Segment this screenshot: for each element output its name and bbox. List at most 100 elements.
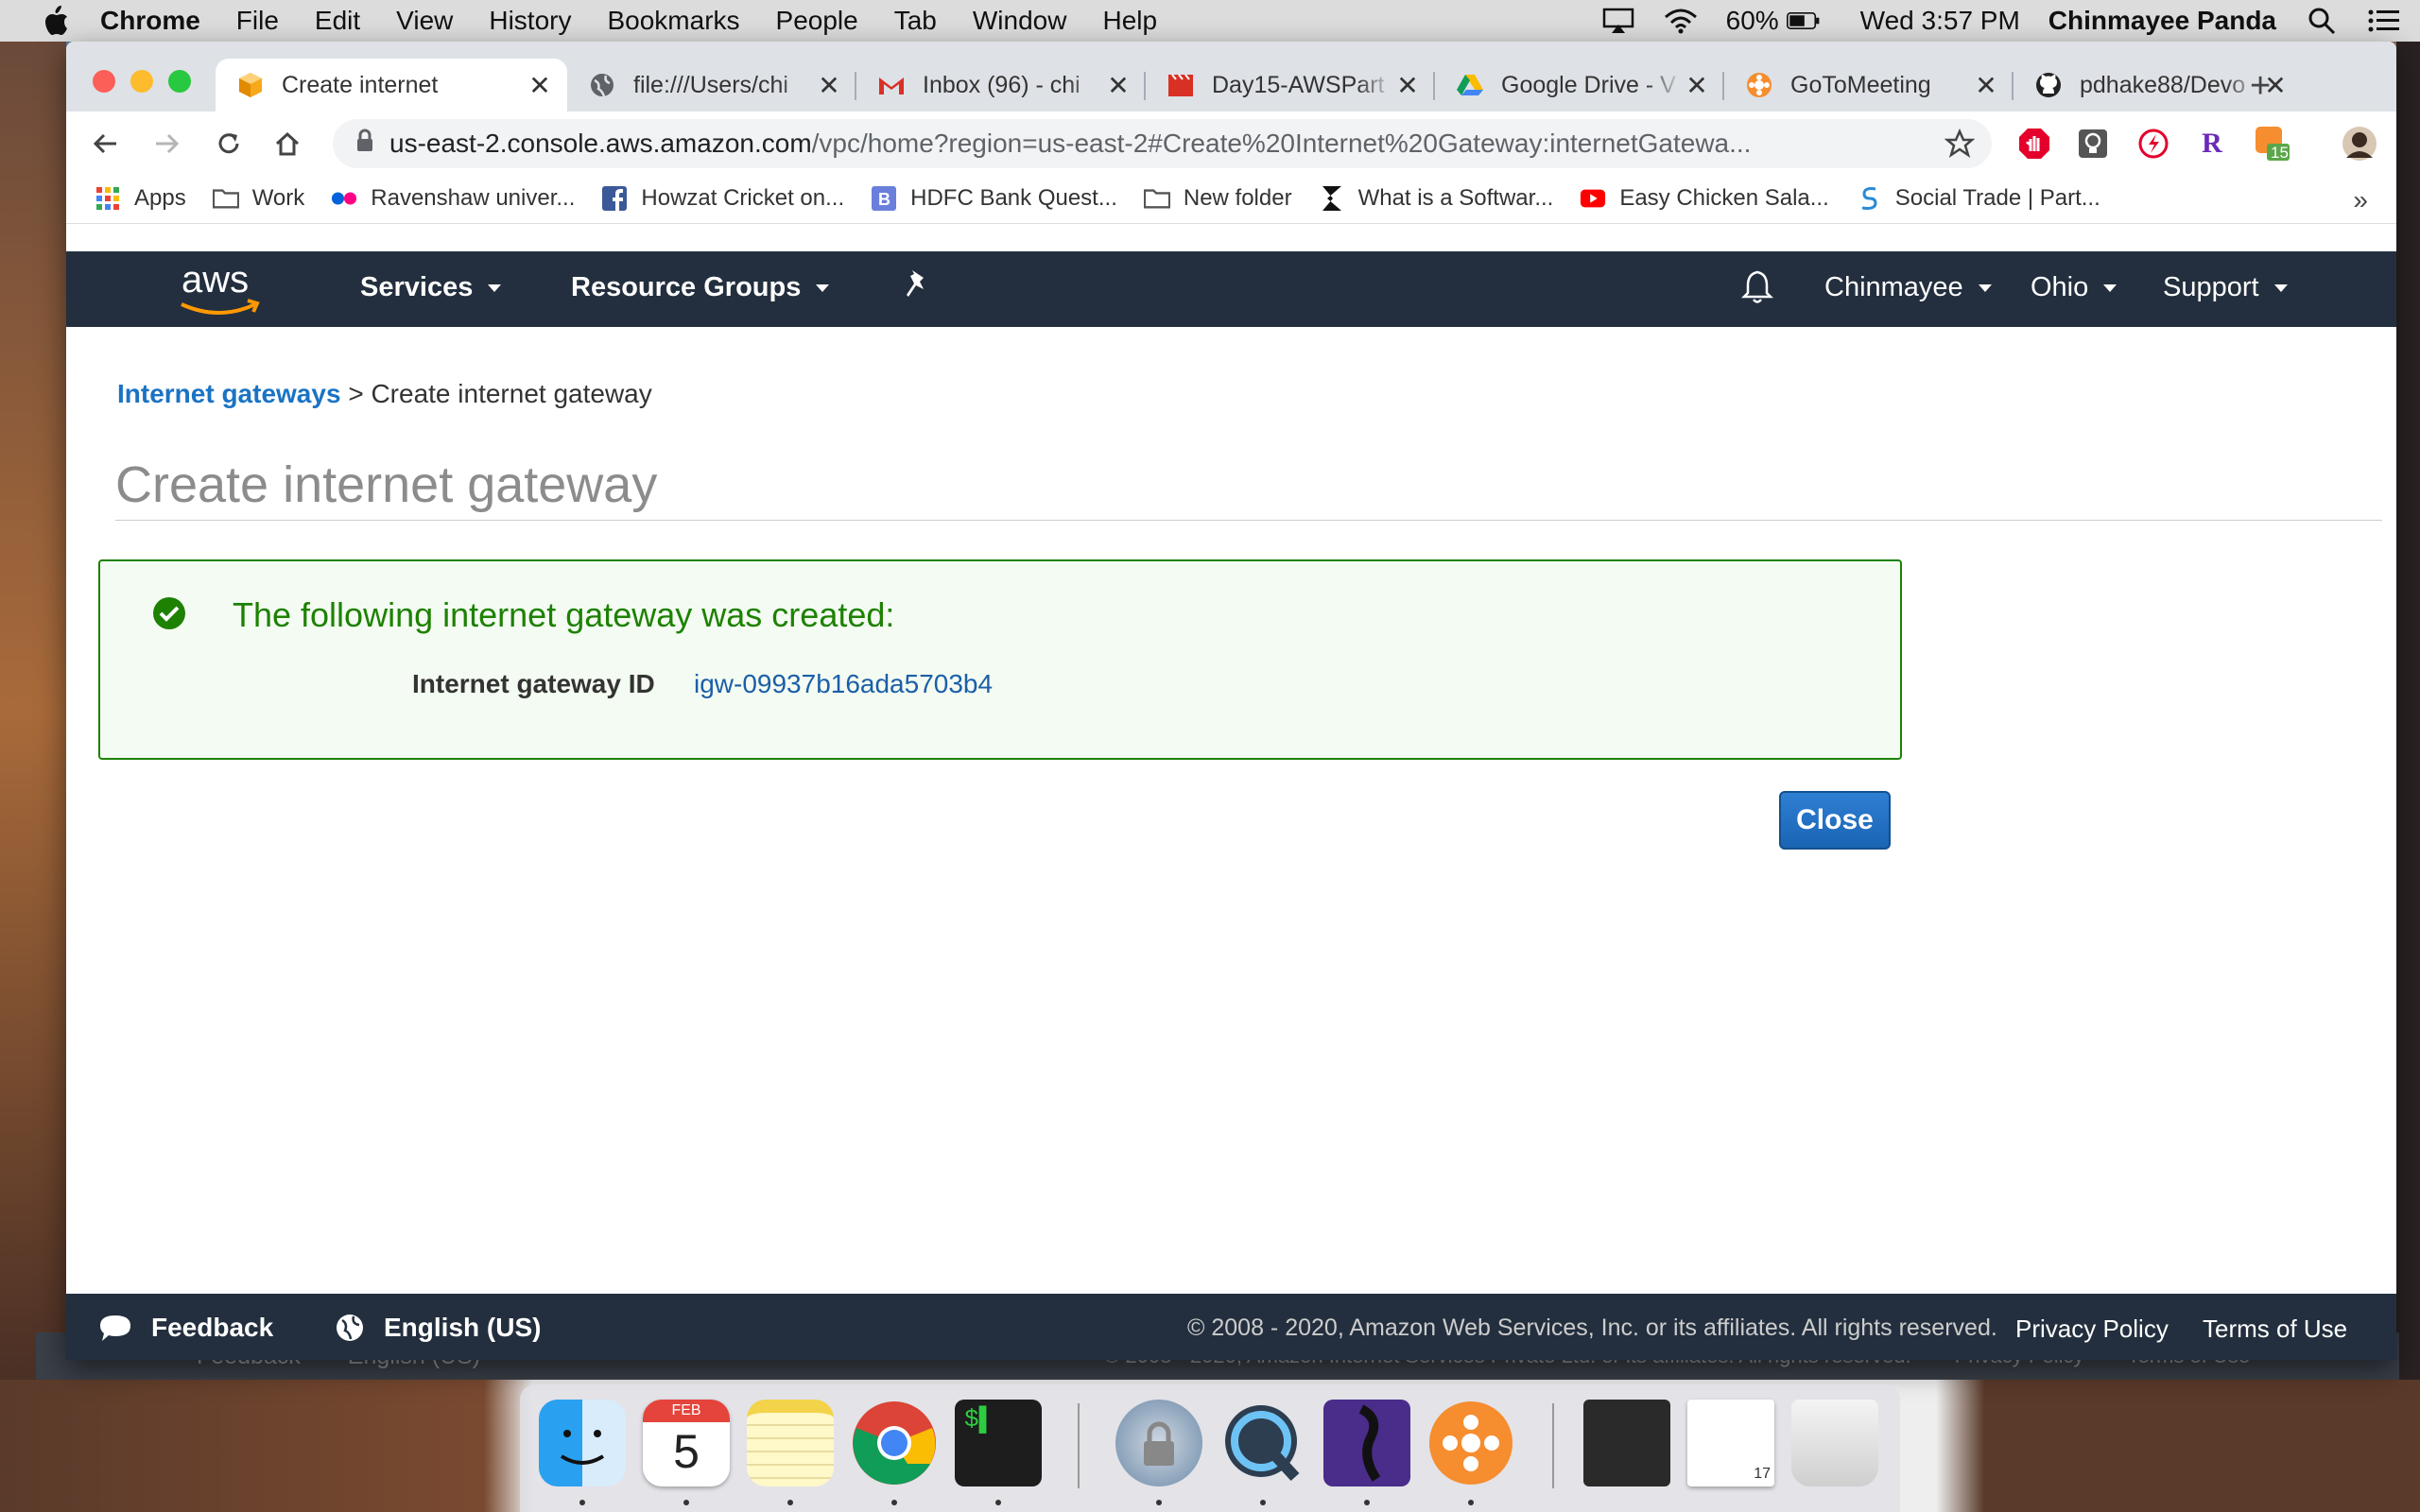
wifi-icon[interactable] — [1664, 8, 1698, 34]
battery-icon[interactable] — [1786, 8, 1821, 34]
bookmark-new-folder[interactable]: New folder — [1143, 185, 1292, 212]
account-menu[interactable]: Chinmayee — [1824, 272, 1992, 303]
aws-logo[interactable]: aws — [178, 259, 263, 319]
aws-logo-text: aws — [182, 259, 250, 301]
bookmarks-overflow-chevron-icon[interactable]: » — [2353, 185, 2368, 215]
gotomeeting-dock-icon[interactable] — [1427, 1400, 1514, 1486]
bookmark-apps[interactable]: Apps — [95, 185, 186, 212]
bookmark-howzat[interactable]: Howzat Cricket on... — [601, 185, 844, 212]
tab-day15-aws[interactable]: Day15-AWSPart ✕ — [1146, 59, 1435, 112]
keychain-dock-icon[interactable] — [1115, 1400, 1202, 1486]
zoom-window-button[interactable] — [168, 70, 191, 93]
menu-history[interactable]: History — [489, 6, 571, 36]
menu-window[interactable]: Window — [973, 6, 1067, 36]
chrome-dock-icon[interactable] — [851, 1400, 938, 1486]
bookmark-work[interactable]: Work — [212, 185, 304, 212]
tab-close-icon[interactable]: ✕ — [1393, 70, 1422, 101]
title-divider — [115, 520, 2382, 521]
tab-google-drive[interactable]: Google Drive - V ✕ — [1435, 59, 1724, 112]
orange-extension-icon[interactable]: 15 — [2252, 125, 2290, 163]
forward-arrow-icon[interactable] — [147, 125, 185, 163]
tab-title: pdhake88/Devo — [2080, 71, 2246, 98]
menu-file[interactable]: File — [236, 6, 279, 36]
tab-title: Day15-AWSPart — [1212, 71, 1385, 98]
trash-dock-icon[interactable] — [1791, 1400, 1878, 1486]
home-icon[interactable] — [268, 125, 306, 163]
menubar-clock[interactable]: Wed 3:57 PM — [1860, 6, 2020, 36]
running-indicator — [683, 1500, 689, 1505]
menu-help[interactable]: Help — [1102, 6, 1157, 36]
notification-center-icon[interactable] — [2367, 8, 2401, 34]
address-bar[interactable]: us-east-2.console.aws.amazon.com /vpc/ho… — [333, 119, 1992, 168]
close-button[interactable]: Close — [1779, 791, 1891, 850]
pin-icon[interactable] — [903, 268, 931, 301]
gateway-id-link[interactable]: igw-09937b16ada5703b4 — [694, 669, 993, 699]
finder-dock-icon[interactable] — [539, 1400, 626, 1486]
terminal-dock-icon[interactable]: $▌ — [955, 1400, 1042, 1486]
support-menu[interactable]: Support — [2163, 272, 2288, 303]
github-icon — [2034, 71, 2063, 99]
document-stack-dock-icon[interactable]: 17 — [1687, 1400, 1774, 1486]
eclipse-app-dock-icon[interactable] — [1323, 1400, 1410, 1486]
bookmark-star-icon[interactable] — [1944, 128, 1976, 165]
lock-icon[interactable] — [355, 129, 374, 160]
downloads-stack-dock-icon[interactable] — [1583, 1400, 1670, 1486]
minimize-window-button[interactable] — [130, 70, 153, 93]
language-selector[interactable]: English (US) — [335, 1313, 541, 1343]
menu-view[interactable]: View — [396, 6, 453, 36]
tab-gmail-inbox[interactable]: Inbox (96) - chi ✕ — [856, 59, 1146, 112]
profile-avatar[interactable] — [2341, 125, 2378, 163]
menu-app-name[interactable]: Chrome — [100, 6, 200, 36]
bookmark-social-trade[interactable]: Social Trade | Part... — [1856, 185, 2100, 212]
window-controls — [93, 70, 206, 93]
calendar-month: FEB — [643, 1400, 730, 1422]
bookmark-what-is-software[interactable]: What is a Softwar... — [1319, 185, 1553, 212]
notifications-bell-icon[interactable] — [1741, 268, 1773, 304]
spotlight-search-icon[interactable] — [2305, 8, 2339, 35]
clapperboard-icon — [1167, 71, 1195, 99]
tab-close-icon[interactable]: ✕ — [1972, 70, 2000, 101]
tab-close-icon[interactable]: ✕ — [815, 70, 843, 101]
running-indicator — [891, 1500, 897, 1505]
menubar-user[interactable]: Chinmayee Panda — [2048, 6, 2276, 36]
back-arrow-icon[interactable] — [87, 125, 125, 163]
feedback-button[interactable]: Feedback — [98, 1313, 273, 1343]
svg-text:B: B — [878, 190, 890, 209]
copyright-text: © 2008 - 2020, Amazon Web Services, Inc.… — [1187, 1314, 1997, 1341]
menu-tab[interactable]: Tab — [894, 6, 937, 36]
apple-menu-icon[interactable] — [40, 5, 72, 37]
tab-create-internet-gateway[interactable]: Create internet ✕ — [216, 59, 567, 112]
notes-dock-icon[interactable] — [747, 1400, 834, 1486]
tab-close-icon[interactable]: ✕ — [526, 70, 554, 101]
reload-icon[interactable] — [210, 125, 248, 163]
region-name: Ohio — [2031, 272, 2089, 302]
breadcrumb-internet-gateways-link[interactable]: Internet gateways — [117, 379, 341, 408]
menu-edit[interactable]: Edit — [315, 6, 360, 36]
chrome-window: Create internet ✕ file:///Users/chi ✕ In… — [66, 42, 2396, 1360]
airplay-icon[interactable] — [1601, 8, 1635, 34]
privacy-policy-link[interactable]: Privacy Policy — [2015, 1314, 2169, 1344]
tab-close-icon[interactable]: ✕ — [1683, 70, 1711, 101]
bookmark-easy-chicken[interactable]: Easy Chicken Sala... — [1580, 185, 1829, 212]
tab-close-icon[interactable]: ✕ — [1104, 70, 1132, 101]
lightbulb-extension-icon[interactable] — [2074, 125, 2112, 163]
bookmark-hdfc[interactable]: B HDFC Bank Quest... — [871, 185, 1117, 212]
r-extension-icon[interactable]: R — [2193, 125, 2231, 163]
tab-file-users[interactable]: file:///Users/chi ✕ — [567, 59, 856, 112]
tab-gotomeeting[interactable]: GoToMeeting ✕ — [1724, 59, 2014, 112]
calendar-dock-icon[interactable]: FEB 5 — [643, 1400, 730, 1486]
close-window-button[interactable] — [93, 70, 115, 93]
menu-bookmarks[interactable]: Bookmarks — [607, 6, 739, 36]
services-menu[interactable]: Services — [360, 272, 502, 303]
adblock-extension-icon[interactable] — [2015, 125, 2053, 163]
region-menu[interactable]: Ohio — [2031, 272, 2118, 303]
new-tab-button[interactable]: + — [2250, 66, 2271, 107]
terms-of-use-link[interactable]: Terms of Use — [2203, 1314, 2347, 1344]
chevron-down-icon — [1978, 284, 1992, 292]
quicktime-dock-icon[interactable] — [1219, 1400, 1306, 1486]
flash-extension-icon[interactable] — [2135, 125, 2172, 163]
url-host: us-east-2.console.aws.amazon.com — [389, 129, 812, 158]
resource-groups-menu[interactable]: Resource Groups — [571, 272, 830, 303]
bookmark-ravenshaw[interactable]: Ravenshaw univer... — [331, 185, 575, 212]
menu-people[interactable]: People — [776, 6, 858, 36]
